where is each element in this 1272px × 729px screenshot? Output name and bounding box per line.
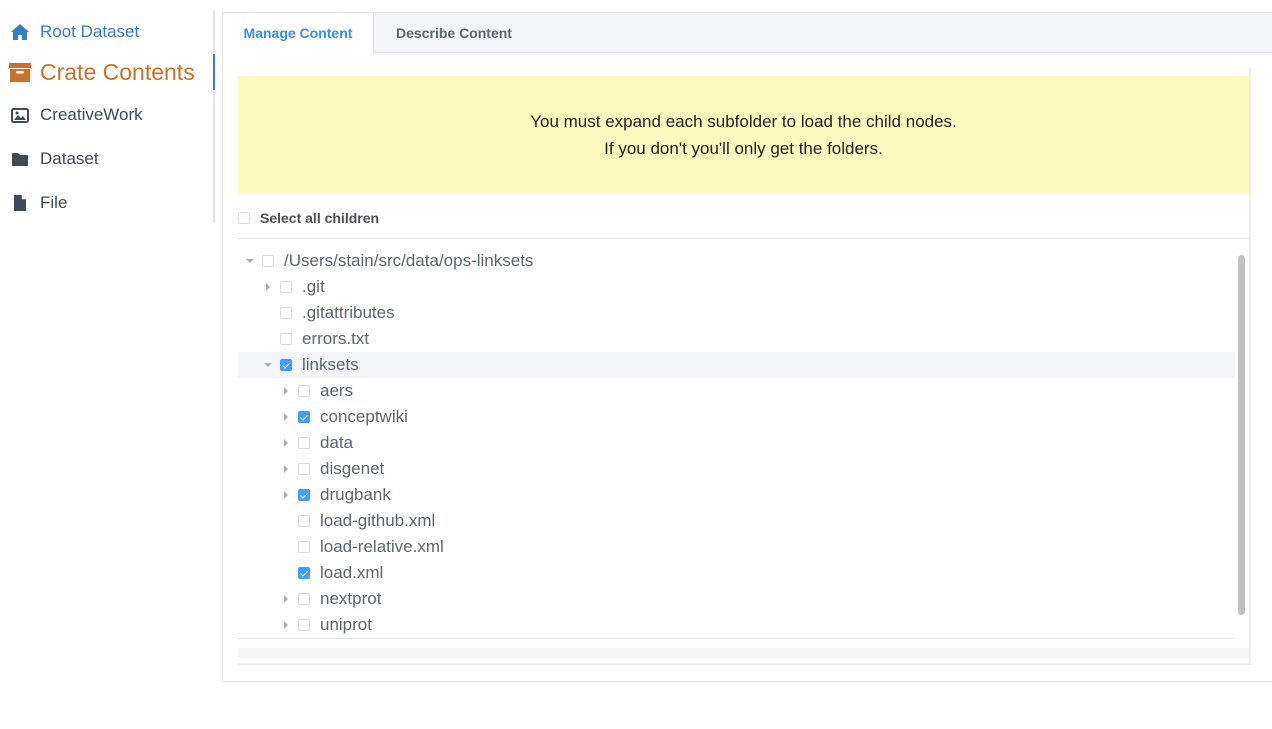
tree-node[interactable]: drugbank — [238, 482, 1235, 508]
collapse-arrow-icon[interactable] — [246, 259, 254, 263]
sidebar-item-file[interactable]: File — [0, 187, 213, 219]
panel-footer-strip — [238, 648, 1249, 658]
image-icon — [0, 107, 40, 123]
tree-node[interactable]: .git — [238, 274, 1235, 300]
notice-line-1: You must expand each subfolder to load t… — [530, 111, 957, 131]
file-tree: /Users/stain/src/data/ops-linksets .git … — [238, 246, 1235, 639]
divider — [238, 238, 1249, 239]
tree-checkbox[interactable] — [298, 489, 310, 501]
tree-checkbox[interactable] — [280, 333, 292, 345]
tree-node[interactable]: .gitattributes — [238, 300, 1235, 326]
tree-checkbox[interactable] — [298, 411, 310, 423]
expand-arrow-icon[interactable] — [284, 387, 288, 395]
tree-checkbox[interactable] — [280, 307, 292, 319]
tree-checkbox[interactable] — [298, 567, 310, 579]
sidebar-item-label: CreativeWork — [40, 105, 143, 124]
select-all-label: Select all children — [260, 210, 380, 226]
tab-bar: Manage Content Describe Content — [223, 13, 1272, 53]
sidebar-item-crate-contents[interactable]: Crate Contents — [0, 56, 213, 88]
tree-checkbox[interactable] — [298, 463, 310, 475]
tree-node[interactable]: linksets — [238, 352, 1235, 378]
scrollbar-thumb[interactable] — [1238, 255, 1245, 615]
sidebar-item-label: Root Dataset — [40, 22, 140, 41]
expand-arrow-icon[interactable] — [284, 491, 288, 499]
tree-checkbox[interactable] — [298, 385, 310, 397]
active-indicator — [213, 54, 215, 90]
file-icon — [0, 194, 40, 212]
tree-checkbox[interactable] — [298, 437, 310, 449]
tree-node-label: data — [320, 433, 354, 452]
tree-node[interactable]: load.xml — [238, 560, 1235, 586]
notice-banner: You must expand each subfolder to load t… — [238, 76, 1249, 193]
sidebar-nav: Root Dataset Crate Contents CreativeWork… — [0, 10, 215, 223]
tree-node[interactable]: /Users/stain/src/data/ops-linksets — [238, 248, 1235, 274]
tree-node-label: .git — [302, 277, 325, 296]
expand-arrow-icon[interactable] — [284, 465, 288, 473]
tree-node[interactable]: errors.txt — [238, 326, 1235, 352]
tree-node[interactable]: nextprot — [238, 586, 1235, 612]
tree-node-label: load-relative.xml — [320, 537, 444, 556]
sidebar-item-creativework[interactable]: CreativeWork — [0, 99, 213, 131]
home-icon — [0, 23, 40, 41]
tree-node-label: load.xml — [320, 563, 384, 582]
tree-node[interactable]: load-github.xml — [238, 508, 1235, 534]
tree-node-label: errors.txt — [302, 329, 370, 348]
tree-checkbox[interactable] — [298, 541, 310, 553]
tree-node-label: drugbank — [320, 485, 391, 504]
expand-arrow-icon[interactable] — [284, 595, 288, 603]
tree-checkbox[interactable] — [280, 281, 292, 293]
tree-node-label: .gitattributes — [302, 303, 395, 322]
tree-node-label: conceptwiki — [320, 407, 408, 426]
tree-node-label: nextprot — [320, 589, 382, 608]
tab-manage-content[interactable]: Manage Content — [223, 13, 374, 53]
tree-node[interactable]: load-relative.xml — [238, 534, 1235, 560]
manage-content-frame: You must expand each subfolder to load t… — [238, 68, 1251, 665]
tree-node[interactable]: disgenet — [238, 456, 1235, 482]
expand-arrow-icon[interactable] — [266, 283, 270, 291]
tree-checkbox[interactable] — [280, 359, 292, 371]
select-all-checkbox[interactable] — [238, 212, 250, 224]
tree-node-label: aers — [320, 381, 354, 400]
tree-node-label: uniprot — [320, 615, 372, 634]
tree-node[interactable]: conceptwiki — [238, 404, 1235, 430]
expand-arrow-icon[interactable] — [284, 621, 288, 629]
tree-checkbox[interactable] — [298, 619, 310, 631]
tree-node-label: disgenet — [320, 459, 385, 478]
tree-node-label: load-github.xml — [320, 511, 436, 530]
notice-line-2: If you don't you'll only get the folders… — [604, 138, 883, 158]
archive-icon — [0, 61, 40, 83]
sidebar-item-label: File — [40, 193, 68, 212]
expand-arrow-icon[interactable] — [284, 413, 288, 421]
select-all-children[interactable]: Select all children — [238, 203, 379, 233]
tree-checkbox[interactable] — [298, 515, 310, 527]
content-panel: Manage Content Describe Content You must… — [222, 12, 1272, 682]
tab-describe-content[interactable]: Describe Content — [374, 13, 534, 52]
expand-arrow-icon[interactable] — [284, 439, 288, 447]
collapse-arrow-icon[interactable] — [264, 363, 272, 367]
sidebar-item-root-dataset[interactable]: Root Dataset — [0, 16, 213, 48]
tree-checkbox[interactable] — [298, 593, 310, 605]
tree-scrollbar[interactable] — [1236, 253, 1248, 618]
sidebar-item-dataset[interactable]: Dataset — [0, 143, 213, 175]
tree-node[interactable]: uniprot — [238, 612, 1235, 638]
sidebar-item-label: Dataset — [40, 149, 99, 168]
tree-node-label: linksets — [302, 355, 359, 374]
folder-icon — [0, 152, 40, 167]
tree-node[interactable]: data — [238, 430, 1235, 456]
tree-checkbox[interactable] — [262, 255, 274, 267]
tree-node[interactable]: aers — [238, 378, 1235, 404]
sidebar-item-label: Crate Contents — [40, 58, 195, 85]
tree-node-label: /Users/stain/src/data/ops-linksets — [284, 251, 534, 270]
